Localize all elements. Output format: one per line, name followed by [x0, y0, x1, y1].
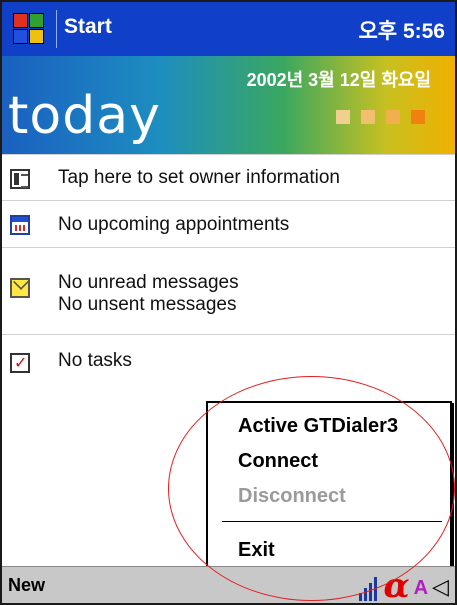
menu-item-active-gtdialer[interactable]: Active GTDialer3 [238, 415, 398, 438]
today-item-tasks[interactable]: No tasks [2, 334, 455, 394]
tray-context-menu: Active GTDialer3 Connect Disconnect Exit [206, 401, 452, 573]
menu-separator [222, 521, 442, 522]
banner-squares [336, 110, 425, 124]
menu-item-exit[interactable]: Exit [238, 539, 275, 562]
today-item-calendar[interactable]: No upcoming appointments [2, 200, 455, 247]
owner-info-text: Tap here to set owner information [58, 167, 340, 188]
today-banner[interactable]: 2002년 3월 12일 화요일 today [2, 56, 455, 154]
calendar-icon [10, 215, 30, 235]
start-menu-button[interactable] [2, 2, 56, 56]
tasks-text: No tasks [58, 350, 132, 371]
task-check-icon [10, 353, 30, 373]
banner-square [386, 110, 400, 124]
title-bar: Start 오후 5:56 [2, 2, 455, 56]
title-separator [56, 10, 57, 48]
speaker-icon[interactable]: ◁ [432, 573, 449, 601]
start-label[interactable]: Start [64, 15, 112, 39]
banner-today-title: today [8, 86, 161, 146]
banner-square [361, 110, 375, 124]
gtdialer-alpha-icon[interactable]: α [383, 569, 409, 603]
envelope-icon [10, 278, 30, 298]
new-button[interactable]: New [8, 575, 45, 596]
today-item-owner[interactable]: Tap here to set owner information [2, 154, 455, 200]
signal-icon[interactable] [357, 573, 379, 601]
menu-item-connect[interactable]: Connect [238, 450, 318, 473]
pocketpc-screen: Start 오후 5:56 2002년 3월 12일 화요일 today Tap… [0, 0, 457, 605]
menu-item-disconnect: Disconnect [238, 485, 346, 507]
banner-square [411, 110, 425, 124]
appointments-text: No upcoming appointments [58, 214, 290, 235]
unread-messages-text: No unread messages [58, 272, 239, 293]
windows-flag-icon [12, 12, 46, 46]
unsent-messages-text: No unsent messages [58, 294, 237, 315]
command-bar: New α A ◁ [2, 566, 455, 603]
input-panel-icon[interactable]: A [414, 575, 428, 601]
banner-square [336, 110, 350, 124]
banner-date: 2002년 3월 12일 화요일 [246, 70, 431, 90]
clock[interactable]: 오후 5:56 [358, 15, 445, 45]
system-tray: α A ◁ [357, 569, 449, 603]
today-item-inbox[interactable]: No unread messages No unsent messages [2, 247, 455, 334]
owner-card-icon [10, 169, 30, 189]
